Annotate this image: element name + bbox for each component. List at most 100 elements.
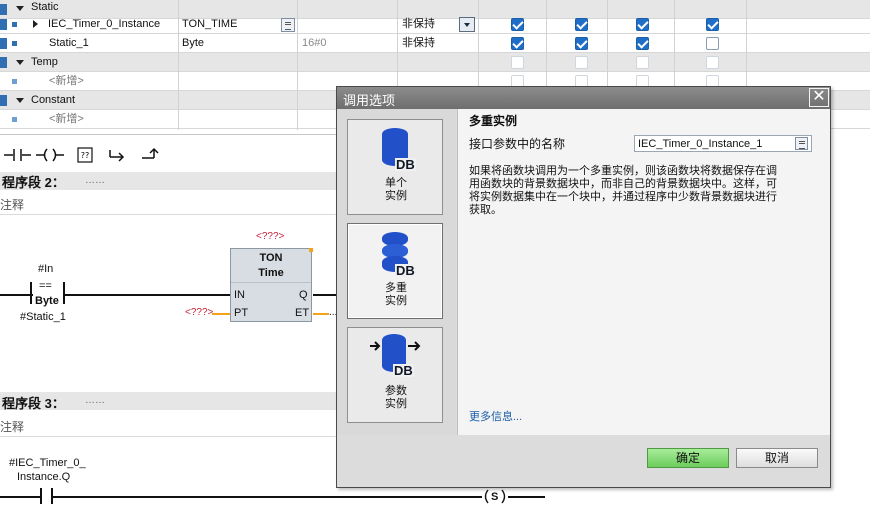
- expand-arrow-icon[interactable]: [16, 60, 24, 65]
- no-contact-icon[interactable]: [4, 146, 32, 164]
- column-divider: [297, 0, 298, 130]
- row-name: Constant: [31, 94, 76, 106]
- pt-input-line: [212, 313, 230, 315]
- contact-operand-top[interactable]: #In: [38, 262, 53, 276]
- expand-arrow-icon[interactable]: [16, 98, 24, 103]
- checkbox: [575, 56, 588, 69]
- checkbox[interactable]: [575, 18, 588, 31]
- single-instance-option[interactable]: DB 单个 实例: [347, 119, 443, 215]
- checkbox: [636, 56, 649, 69]
- option-label: 实例: [385, 295, 407, 307]
- pin-in: IN: [234, 289, 245, 301]
- checkbox[interactable]: [706, 37, 719, 50]
- network-3-rung: [0, 496, 545, 498]
- contact-operand-bottom[interactable]: #Static_1: [20, 310, 66, 324]
- ladder-toolbar: ??: [0, 140, 340, 170]
- coil-label: S: [491, 491, 499, 503]
- row-icon: [0, 19, 7, 30]
- network-2-title[interactable]: 程序段 2：: [2, 172, 65, 191]
- row-icon: [0, 57, 7, 68]
- checkbox[interactable]: [636, 37, 649, 50]
- checkbox[interactable]: [575, 37, 588, 50]
- ton-instance-placeholder[interactable]: <???>: [256, 230, 284, 244]
- parameter-instance-option[interactable]: DB 参数 实例: [347, 327, 443, 423]
- dialog-titlebar[interactable]: 调用选项 ✕: [337, 87, 830, 109]
- description-line: 获取。: [469, 204, 502, 216]
- retain-dropdown-button[interactable]: [459, 17, 475, 32]
- network-3-header[interactable]: 程序段 3： ……: [0, 392, 340, 412]
- row-type[interactable]: TON_TIME: [182, 17, 237, 31]
- contact-right-bar[interactable]: [63, 282, 65, 304]
- multi-instance-description: 如果将函数块调用为一个多重实例，则该函数块将数据保存在调 用函数块的背景数据块中…: [469, 165, 814, 217]
- contact-operand-line2[interactable]: Instance.Q: [17, 470, 70, 484]
- type-list-button[interactable]: [281, 18, 295, 32]
- network-2-title-dots[interactable]: ……: [85, 175, 105, 186]
- row-icon: [12, 79, 17, 84]
- set-coil[interactable]: S: [482, 489, 508, 504]
- network-3-title-dots[interactable]: ……: [85, 395, 105, 406]
- editor-divider: [0, 134, 340, 135]
- network-3-comment[interactable]: 注释: [0, 415, 340, 437]
- call-options-dialog: 调用选项 ✕ DB 单个 实例 DB 多重 实例 DB 参数 实例 多重实例 接…: [336, 86, 831, 488]
- contact-left-bar[interactable]: [30, 282, 32, 304]
- row-icon: [0, 95, 7, 106]
- collapse-arrow-icon[interactable]: [33, 20, 38, 28]
- description-line: 如果将函数块调用为一个多重实例，则该函数块将数据保存在调: [469, 165, 777, 177]
- expand-arrow-icon[interactable]: [16, 6, 24, 11]
- close-branch-icon[interactable]: [140, 146, 160, 164]
- instance-type-panel: DB 单个 实例 DB 多重 实例 DB 参数 实例: [337, 109, 456, 435]
- pin-q: Q: [299, 289, 308, 301]
- description-line: 将实例数据集中在一个块中，并通过程序中少数背景数据块进行: [469, 191, 777, 203]
- interface-name-value[interactable]: IEC_Timer_0_Instance_1: [638, 137, 762, 151]
- pt-value-placeholder[interactable]: <???>: [185, 306, 213, 320]
- checkbox[interactable]: [511, 37, 524, 50]
- db-icon-label: DB: [395, 157, 416, 172]
- interface-name-input[interactable]: IEC_Timer_0_Instance_1: [634, 135, 812, 152]
- ok-button[interactable]: 确定: [647, 448, 729, 468]
- row-default[interactable]: 16#0: [302, 36, 326, 50]
- section-row-temp[interactable]: Temp: [0, 53, 870, 72]
- open-branch-icon[interactable]: [108, 146, 126, 164]
- option-label: 实例: [385, 190, 407, 202]
- contact-compare-op: ==: [39, 280, 52, 292]
- row-name[interactable]: Static_1: [49, 36, 89, 50]
- add-new-placeholder[interactable]: <新增>: [49, 74, 84, 88]
- coil-icon[interactable]: [36, 146, 64, 164]
- row-name[interactable]: IEC_Timer_0_Instance: [48, 17, 160, 31]
- checkbox: [511, 56, 524, 69]
- contact3-right-bar[interactable]: [51, 488, 53, 504]
- empty-box-icon[interactable]: ??: [76, 146, 94, 164]
- ton-timer-box[interactable]: TON Time IN PT Q ET: [230, 248, 312, 322]
- close-icon[interactable]: ✕: [809, 88, 829, 107]
- single-instance-db-icon: DB: [382, 128, 422, 172]
- name-list-button[interactable]: [795, 137, 808, 150]
- row-icon: [12, 117, 17, 122]
- option-label: 参数: [385, 385, 407, 397]
- q-output-line: [313, 294, 336, 296]
- db-icon-label: DB: [395, 263, 416, 278]
- pin-et: ET: [295, 307, 310, 319]
- interface-row-timer[interactable]: IEC_Timer_0_Instance TON_TIME 非保持: [0, 15, 870, 34]
- network-3-title[interactable]: 程序段 3：: [2, 393, 65, 412]
- contact-operand-line1[interactable]: #IEC_Timer_0_: [9, 456, 86, 470]
- dialog-title: 调用选项: [343, 93, 396, 108]
- more-info-link[interactable]: 更多信息...: [469, 410, 522, 424]
- multi-instance-settings: 多重实例 接口参数中的名称 IEC_Timer_0_Instance_1 如果将…: [457, 109, 830, 435]
- network-2-comment[interactable]: 注释: [0, 193, 340, 215]
- multi-instance-option[interactable]: DB 多重 实例: [347, 223, 443, 319]
- option-label: 多重: [385, 282, 407, 294]
- row-type-icon: [12, 22, 17, 27]
- checkbox[interactable]: [636, 18, 649, 31]
- add-new-placeholder[interactable]: <新增>: [49, 112, 84, 126]
- interface-row-static1[interactable]: Static_1 Byte 16#0 非保持: [0, 34, 870, 53]
- row-retain[interactable]: 非保持: [402, 17, 435, 31]
- checkbox[interactable]: [511, 18, 524, 31]
- network-2-header[interactable]: 程序段 2： ……: [0, 172, 340, 190]
- db-icon-label: DB: [393, 363, 414, 378]
- cancel-button[interactable]: 取消: [736, 448, 818, 468]
- checkbox[interactable]: [706, 18, 719, 31]
- settings-heading: 多重实例: [469, 114, 518, 128]
- row-type[interactable]: Byte: [182, 36, 204, 50]
- ton-type[interactable]: Time: [231, 266, 311, 281]
- row-retain[interactable]: 非保持: [402, 36, 435, 50]
